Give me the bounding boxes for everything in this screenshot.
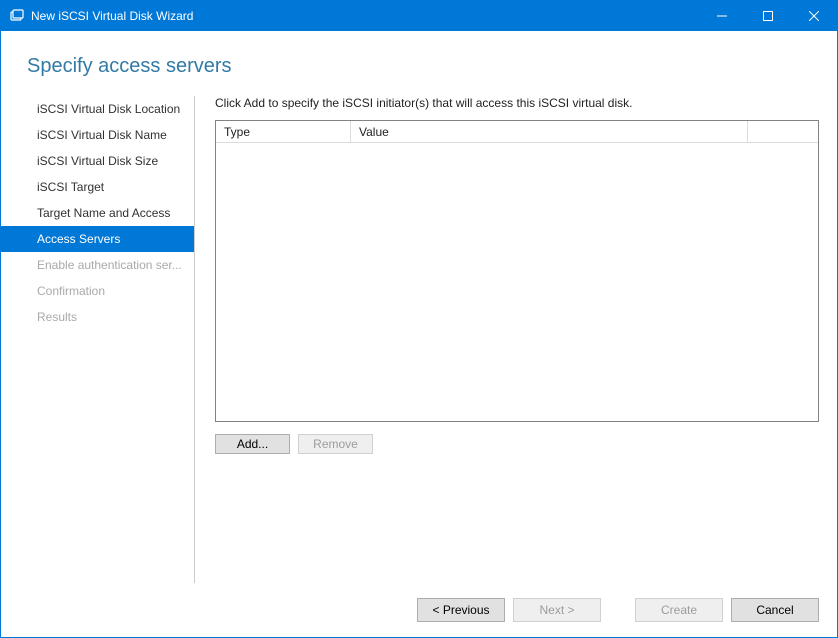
titlebar: New iSCSI Virtual Disk Wizard (1, 1, 837, 31)
add-button[interactable]: Add... (215, 434, 290, 454)
main-row: iSCSI Virtual Disk Location iSCSI Virtua… (1, 96, 837, 583)
sidebar-item-disk-size[interactable]: iSCSI Virtual Disk Size (1, 148, 194, 174)
window-title: New iSCSI Virtual Disk Wizard (31, 9, 699, 23)
column-header-type[interactable]: Type (216, 121, 351, 142)
table-header: Type Value (216, 121, 818, 143)
sidebar-item-access-servers[interactable]: Access Servers (1, 226, 194, 252)
wizard-steps-sidebar: iSCSI Virtual Disk Location iSCSI Virtua… (1, 96, 195, 583)
instruction-text: Click Add to specify the iSCSI initiator… (215, 96, 819, 110)
sidebar-item-iscsi-target[interactable]: iSCSI Target (1, 174, 194, 200)
close-button[interactable] (791, 1, 837, 31)
sidebar-item-results: Results (1, 304, 194, 330)
sidebar-item-enable-auth: Enable authentication ser... (1, 252, 194, 278)
main-pane: Click Add to specify the iSCSI initiator… (195, 96, 837, 583)
cancel-button[interactable]: Cancel (731, 598, 819, 622)
previous-button[interactable]: < Previous (417, 598, 505, 622)
next-button: Next > (513, 598, 601, 622)
maximize-button[interactable] (745, 1, 791, 31)
table-buttons: Add... Remove (215, 434, 819, 454)
page-title: Specify access servers (1, 31, 837, 96)
window-controls (699, 1, 837, 31)
column-header-value[interactable]: Value (351, 121, 748, 142)
column-header-spacer (748, 121, 818, 142)
sidebar-item-confirmation: Confirmation (1, 278, 194, 304)
initiators-table[interactable]: Type Value (215, 120, 819, 422)
create-button: Create (635, 598, 723, 622)
app-icon (9, 8, 25, 24)
remove-button: Remove (298, 434, 373, 454)
content-area: Specify access servers iSCSI Virtual Dis… (1, 31, 837, 637)
sidebar-item-disk-location[interactable]: iSCSI Virtual Disk Location (1, 96, 194, 122)
sidebar-item-target-name[interactable]: Target Name and Access (1, 200, 194, 226)
sidebar-item-disk-name[interactable]: iSCSI Virtual Disk Name (1, 122, 194, 148)
minimize-button[interactable] (699, 1, 745, 31)
wizard-footer: < Previous Next > Create Cancel (1, 583, 837, 637)
